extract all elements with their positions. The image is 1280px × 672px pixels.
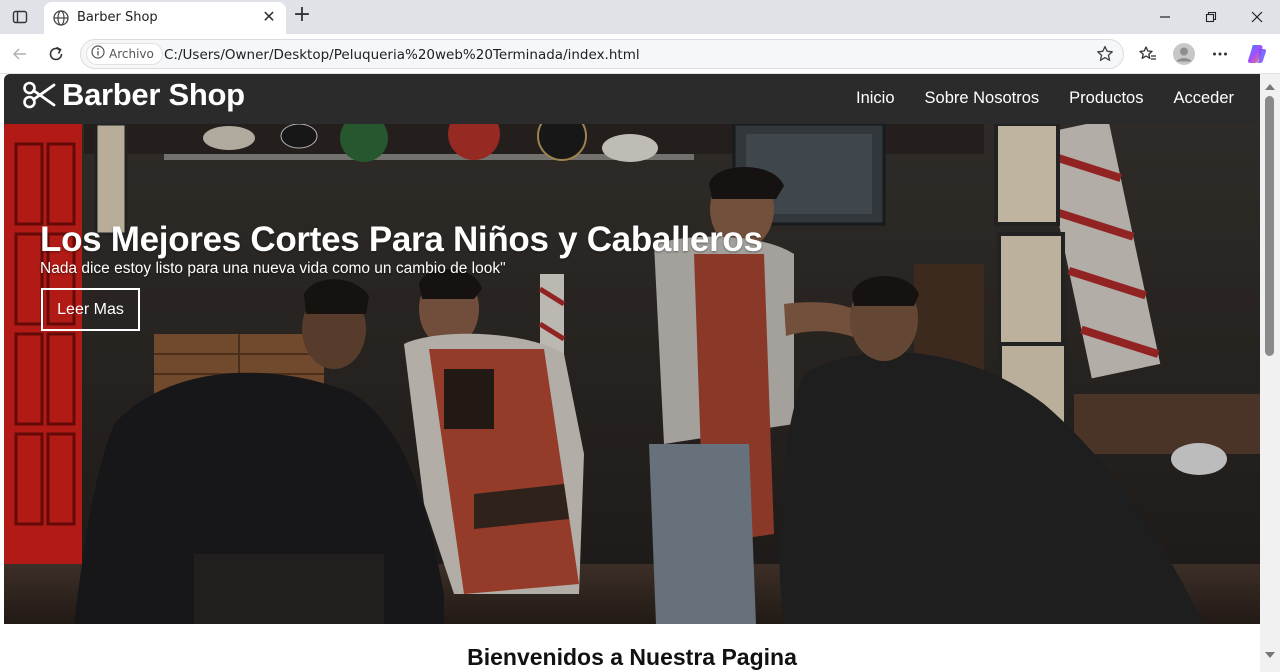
copilot-icon[interactable] bbox=[1245, 42, 1269, 66]
scroll-down-arrow-icon[interactable] bbox=[1265, 652, 1275, 658]
hero-section: Los Mejores Cortes Para Niños y Caballer… bbox=[4, 124, 1260, 624]
tab-actions-icon[interactable] bbox=[8, 5, 32, 29]
brand-name: Barber Shop bbox=[62, 77, 245, 112]
reload-icon[interactable] bbox=[42, 40, 70, 68]
hero-subtitle: Nada dice estoy listo para una nueva vid… bbox=[40, 260, 506, 277]
address-bar[interactable]: Archivo C:/Users/Owner/Desktop/Peluqueri… bbox=[80, 39, 1124, 69]
scissors-icon bbox=[22, 78, 56, 112]
favorites-icon[interactable] bbox=[1136, 42, 1160, 66]
leer-mas-button[interactable]: Leer Mas bbox=[41, 288, 140, 331]
more-icon[interactable] bbox=[1208, 42, 1232, 66]
hero-background-photo bbox=[4, 124, 1260, 624]
site-chip-label: Archivo bbox=[109, 47, 154, 61]
site-brand[interactable]: Barber Shop bbox=[22, 77, 245, 113]
site-menu: Inicio Sobre Nosotros Productos Acceder bbox=[856, 89, 1234, 108]
site-info-chip[interactable]: Archivo bbox=[86, 43, 163, 65]
nav-link-inicio[interactable]: Inicio bbox=[856, 89, 895, 108]
site-navbar: Barber Shop Inicio Sobre Nosotros Produc… bbox=[4, 74, 1260, 124]
avatar-icon[interactable] bbox=[1172, 42, 1196, 66]
nav-link-sobre-nosotros[interactable]: Sobre Nosotros bbox=[925, 89, 1040, 108]
page-viewport: Barber Shop Inicio Sobre Nosotros Produc… bbox=[4, 74, 1260, 672]
close-icon[interactable]: ✕ bbox=[260, 9, 278, 27]
page-scrollbar[interactable] bbox=[1260, 74, 1280, 672]
restore-icon[interactable] bbox=[1196, 4, 1226, 30]
url-text[interactable]: C:/Users/Owner/Desktop/Peluqueria%20web%… bbox=[164, 47, 640, 63]
scrollbar-thumb[interactable] bbox=[1265, 96, 1274, 356]
arrow-left-icon[interactable] bbox=[6, 40, 34, 68]
window-close-icon[interactable] bbox=[1242, 4, 1272, 30]
nav-link-acceder[interactable]: Acceder bbox=[1173, 89, 1234, 108]
browser-tab-active[interactable]: Barber Shop ✕ bbox=[44, 2, 286, 34]
globe-icon bbox=[52, 9, 70, 27]
tab-title: Barber Shop bbox=[77, 10, 158, 25]
scroll-up-arrow-icon[interactable] bbox=[1265, 84, 1275, 90]
star-icon[interactable] bbox=[1095, 44, 1115, 64]
minimize-icon[interactable] bbox=[1150, 4, 1180, 30]
browser-tabstrip: Barber Shop ✕ + bbox=[0, 0, 1280, 34]
info-icon bbox=[91, 44, 105, 64]
browser-toolbar: Archivo C:/Users/Owner/Desktop/Peluqueri… bbox=[0, 34, 1280, 74]
welcome-heading: Bienvenidos a Nuestra Pagina bbox=[467, 644, 797, 670]
plus-icon[interactable]: + bbox=[291, 4, 313, 27]
hero-title: Los Mejores Cortes Para Niños y Caballer… bbox=[40, 220, 763, 259]
nav-link-productos[interactable]: Productos bbox=[1069, 89, 1143, 108]
